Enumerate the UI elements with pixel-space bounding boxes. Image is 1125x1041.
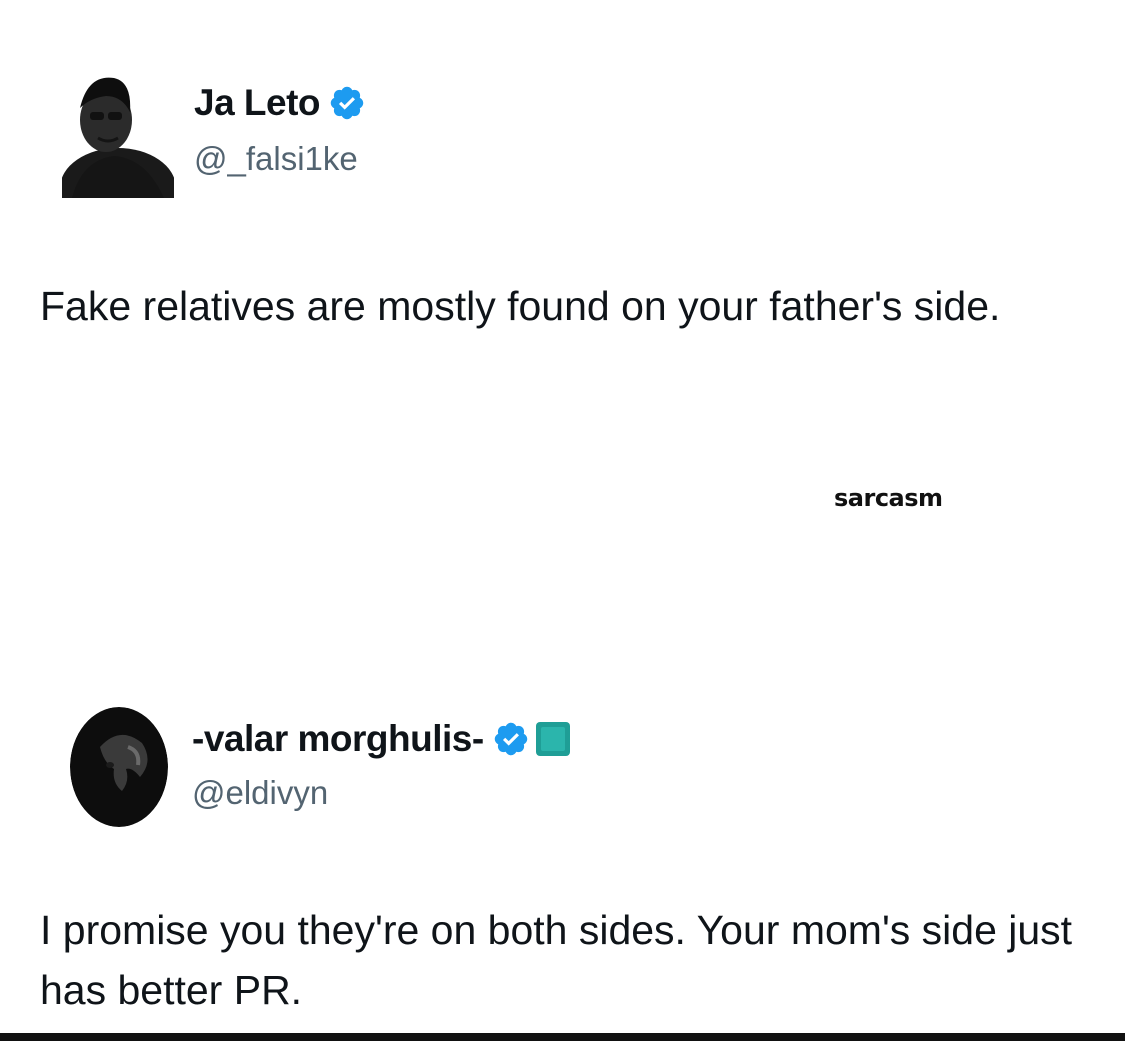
display-name[interactable]: -valar morghulis- — [192, 718, 484, 760]
author-row: -valar morghulis- — [192, 718, 570, 760]
verified-badge-icon[interactable] — [492, 720, 530, 758]
tweet-text: I promise you they're on both sides. You… — [40, 907, 1073, 1013]
bottom-border — [0, 1033, 1125, 1041]
handle[interactable]: @eldivyn — [192, 774, 328, 812]
affiliation-badge-icon[interactable] — [535, 722, 570, 756]
watermark: sarcasm — [834, 484, 943, 512]
tweet-reply[interactable]: -valar morghulis- @eldivyn I promise you… — [0, 0, 1125, 1013]
avatar[interactable] — [70, 707, 168, 827]
